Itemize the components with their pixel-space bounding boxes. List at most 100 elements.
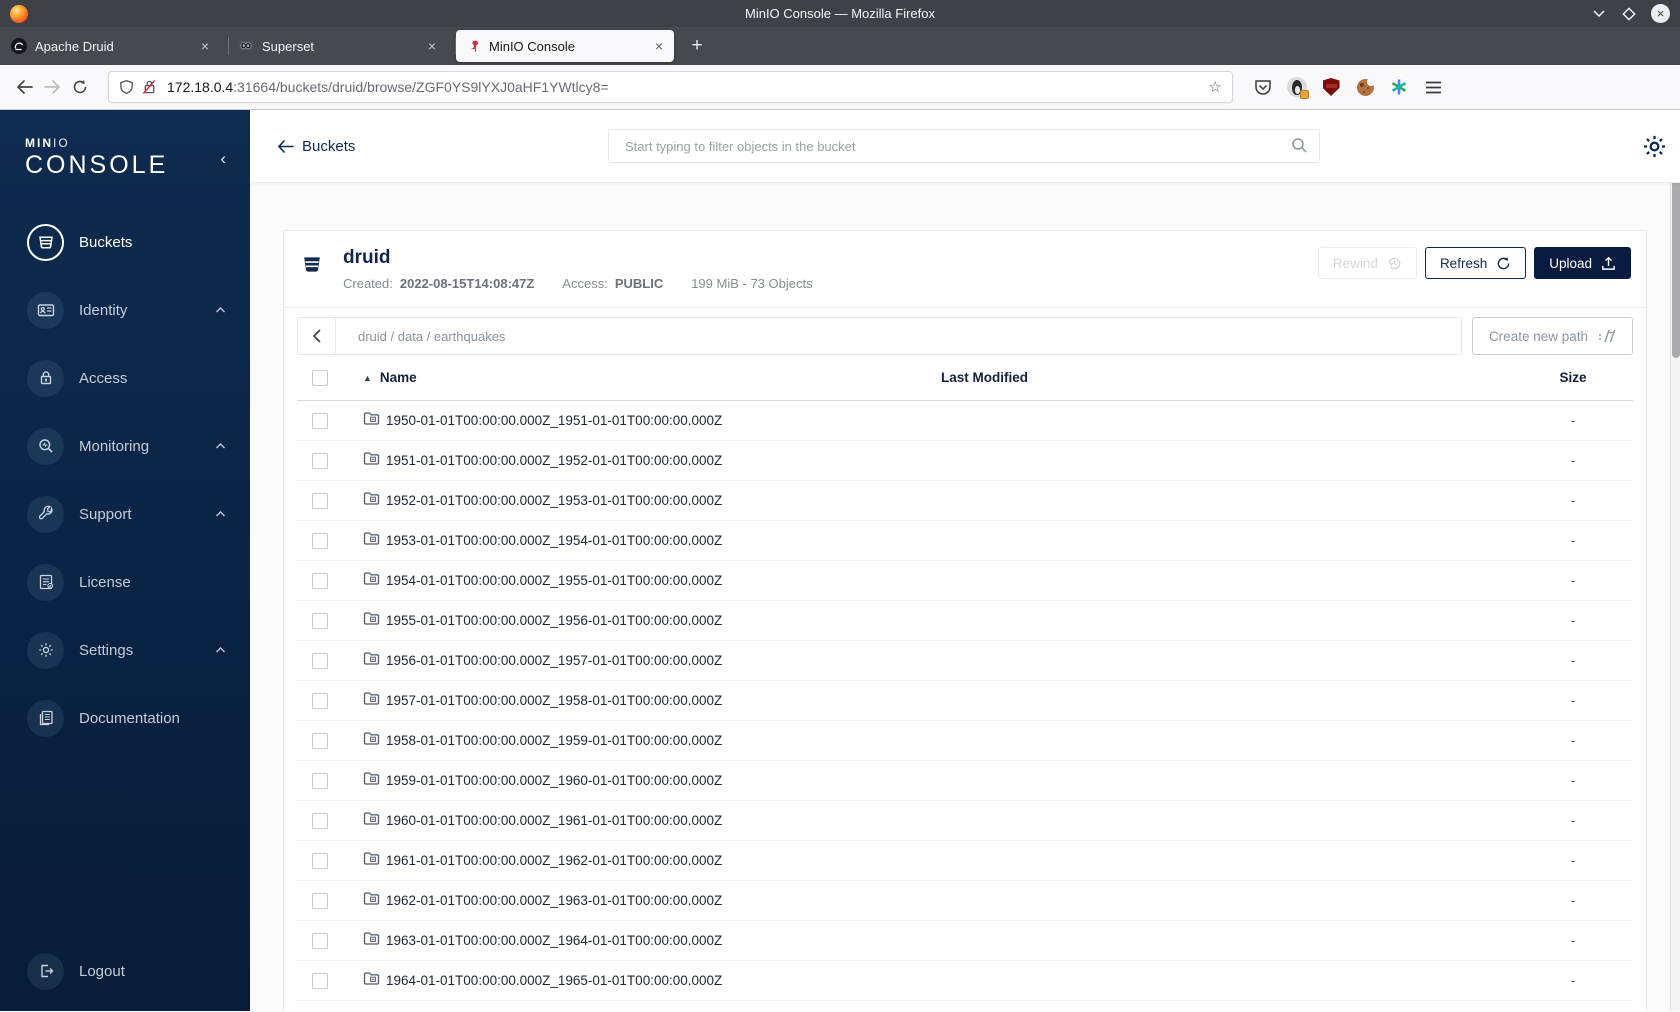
row-checkbox[interactable] (312, 492, 328, 509)
object-filter-input[interactable] (608, 129, 1320, 163)
tab-close-icon[interactable]: × (426, 38, 438, 54)
window-minimize-button[interactable] (1591, 6, 1607, 22)
object-name[interactable]: 1957-01-01T00:00:00.000Z_1958-01-01T00:0… (386, 693, 722, 708)
upload-button[interactable]: Upload (1534, 247, 1631, 279)
menu-hamburger-icon[interactable] (1421, 75, 1445, 99)
object-name[interactable]: 1953-01-01T00:00:00.000Z_1954-01-01T00:0… (386, 533, 722, 548)
page-scrollbar[interactable] (1670, 110, 1680, 1011)
sidebar-item-settings[interactable]: Settings (0, 616, 250, 684)
insecure-lock-icon[interactable] (142, 79, 157, 95)
tab-apache-druid[interactable]: Apache Druid × (2, 30, 220, 62)
object-name[interactable]: 1962-01-01T00:00:00.000Z_1963-01-01T00:0… (386, 893, 722, 908)
row-checkbox[interactable] (312, 812, 328, 829)
table-row[interactable]: 1958-01-01T00:00:00.000Z_1959-01-01T00:0… (297, 721, 1633, 761)
object-name[interactable]: 1959-01-01T00:00:00.000Z_1960-01-01T00:0… (386, 773, 722, 788)
sidebar-item-documentation[interactable]: Documentation (0, 684, 250, 752)
select-all-checkbox[interactable] (312, 369, 328, 386)
new-path-icon (1599, 329, 1616, 343)
table-row[interactable]: 1961-01-01T00:00:00.000Z_1962-01-01T00:0… (297, 841, 1633, 881)
row-checkbox[interactable] (312, 692, 328, 709)
sidebar-collapse-icon[interactable]: ‹ (216, 146, 230, 171)
path-back-chevron[interactable] (298, 318, 336, 354)
sidebar-item-access[interactable]: Access (0, 344, 250, 412)
table-row[interactable]: 1959-01-01T00:00:00.000Z_1960-01-01T00:0… (297, 761, 1633, 801)
tab-close-icon[interactable]: × (653, 38, 665, 54)
forward-button[interactable] (38, 73, 66, 101)
refresh-icon (1497, 256, 1510, 269)
object-name[interactable]: 1961-01-01T00:00:00.000Z_1962-01-01T00:0… (386, 853, 722, 868)
object-name[interactable]: 1950-01-01T00:00:00.000Z_1951-01-01T00:0… (386, 413, 722, 428)
sidebar-item-buckets[interactable]: Buckets (0, 208, 250, 276)
create-new-path-button[interactable]: Create new path (1471, 317, 1633, 355)
table-row[interactable]: 1956-01-01T00:00:00.000Z_1957-01-01T00:0… (297, 641, 1633, 681)
row-checkbox[interactable] (312, 572, 328, 589)
tab-minio-console[interactable]: MinIO Console × (456, 30, 674, 62)
row-checkbox[interactable] (312, 612, 328, 629)
window-maximize-button[interactable] (1621, 6, 1637, 22)
reload-button[interactable] (66, 73, 94, 101)
column-header-last-modified[interactable]: Last Modified (941, 370, 1513, 385)
sidebar-item-identity[interactable]: Identity (0, 276, 250, 344)
table-header-row: ▲ Name Last Modified Size (297, 355, 1633, 401)
folder-icon (363, 650, 380, 671)
object-name[interactable]: 1955-01-01T00:00:00.000Z_1956-01-01T00:0… (386, 613, 722, 628)
table-row[interactable]: 1960-01-01T00:00:00.000Z_1961-01-01T00:0… (297, 801, 1633, 841)
row-checkbox[interactable] (312, 652, 328, 669)
profile-avatar[interactable] (1285, 75, 1309, 99)
object-name[interactable]: 1951-01-01T00:00:00.000Z_1952-01-01T00:0… (386, 453, 722, 468)
tab-superset[interactable]: ∞ Superset × (229, 30, 447, 62)
url-bar[interactable]: 172.18.0.4:31664/buckets/druid/browse/ZG… (108, 71, 1233, 103)
table-row[interactable]: 1964-01-01T00:00:00.000Z_1965-01-01T00:0… (297, 961, 1633, 1001)
sidebar-item-logout[interactable]: Logout (0, 943, 250, 1011)
url-host: 172.18.0.4 (167, 79, 234, 95)
object-name[interactable]: 1964-01-01T00:00:00.000Z_1965-01-01T00:0… (386, 973, 722, 988)
table-row[interactable]: 1953-01-01T00:00:00.000Z_1954-01-01T00:0… (297, 521, 1633, 561)
table-row[interactable]: 1951-01-01T00:00:00.000Z_1952-01-01T00:0… (297, 441, 1633, 481)
settings-gear-icon[interactable] (1641, 133, 1668, 160)
object-name[interactable]: 1958-01-01T00:00:00.000Z_1959-01-01T00:0… (386, 733, 722, 748)
cookie-extension-icon[interactable] (1353, 75, 1377, 99)
ublock-origin-icon[interactable] (1319, 75, 1343, 99)
folder-icon (363, 890, 380, 911)
row-checkbox[interactable] (312, 732, 328, 749)
sidebar-item-license[interactable]: License (0, 548, 250, 616)
folder-icon (363, 970, 380, 991)
sidebar-item-monitoring[interactable]: Monitoring (0, 412, 250, 480)
table-row[interactable]: 1955-01-01T00:00:00.000Z_1956-01-01T00:0… (297, 601, 1633, 641)
row-checkbox[interactable] (312, 452, 328, 469)
object-name[interactable]: 1952-01-01T00:00:00.000Z_1953-01-01T00:0… (386, 493, 722, 508)
pocket-icon[interactable] (1251, 75, 1275, 99)
table-row[interactable]: 1950-01-01T00:00:00.000Z_1951-01-01T00:0… (297, 401, 1633, 441)
row-checkbox[interactable] (312, 852, 328, 869)
row-checkbox[interactable] (312, 412, 328, 429)
object-name[interactable]: 1960-01-01T00:00:00.000Z_1961-01-01T00:0… (386, 813, 722, 828)
column-header-size[interactable]: Size (1513, 370, 1633, 385)
extension-asterisk-icon[interactable] (1387, 75, 1411, 99)
object-name[interactable]: 1956-01-01T00:00:00.000Z_1957-01-01T00:0… (386, 653, 722, 668)
sidebar-item-support[interactable]: Support (0, 480, 250, 548)
rewind-button[interactable]: Rewind (1317, 247, 1417, 279)
table-row[interactable]: 1957-01-01T00:00:00.000Z_1958-01-01T00:0… (297, 681, 1633, 721)
object-name[interactable]: 1963-01-01T00:00:00.000Z_1964-01-01T00:0… (386, 933, 722, 948)
tab-close-icon[interactable]: × (199, 38, 211, 54)
row-checkbox[interactable] (312, 532, 328, 549)
back-button[interactable] (10, 73, 38, 101)
row-checkbox[interactable] (312, 772, 328, 789)
table-row[interactable]: 1954-01-01T00:00:00.000Z_1955-01-01T00:0… (297, 561, 1633, 601)
breadcrumb-path[interactable]: druid / data / earthquakes (358, 329, 505, 344)
column-header-name[interactable]: ▲ Name (343, 370, 941, 385)
table-row[interactable]: 1963-01-01T00:00:00.000Z_1964-01-01T00:0… (297, 921, 1633, 961)
bookmark-star-icon[interactable]: ☆ (1209, 78, 1222, 96)
window-close-button[interactable]: × (1651, 4, 1670, 23)
row-checkbox[interactable] (312, 892, 328, 909)
back-to-buckets-link[interactable]: Buckets (277, 138, 355, 155)
table-row[interactable]: 1952-01-01T00:00:00.000Z_1953-01-01T00:0… (297, 481, 1633, 521)
object-name[interactable]: 1954-01-01T00:00:00.000Z_1955-01-01T00:0… (386, 573, 722, 588)
table-row[interactable]: 1962-01-01T00:00:00.000Z_1963-01-01T00:0… (297, 881, 1633, 921)
refresh-button[interactable]: Refresh (1424, 247, 1527, 279)
row-checkbox[interactable] (312, 932, 328, 949)
tracking-shield-icon[interactable] (119, 79, 134, 96)
access-value: PUBLIC (614, 275, 664, 291)
row-checkbox[interactable] (312, 972, 328, 989)
new-tab-button[interactable]: + (684, 33, 710, 59)
